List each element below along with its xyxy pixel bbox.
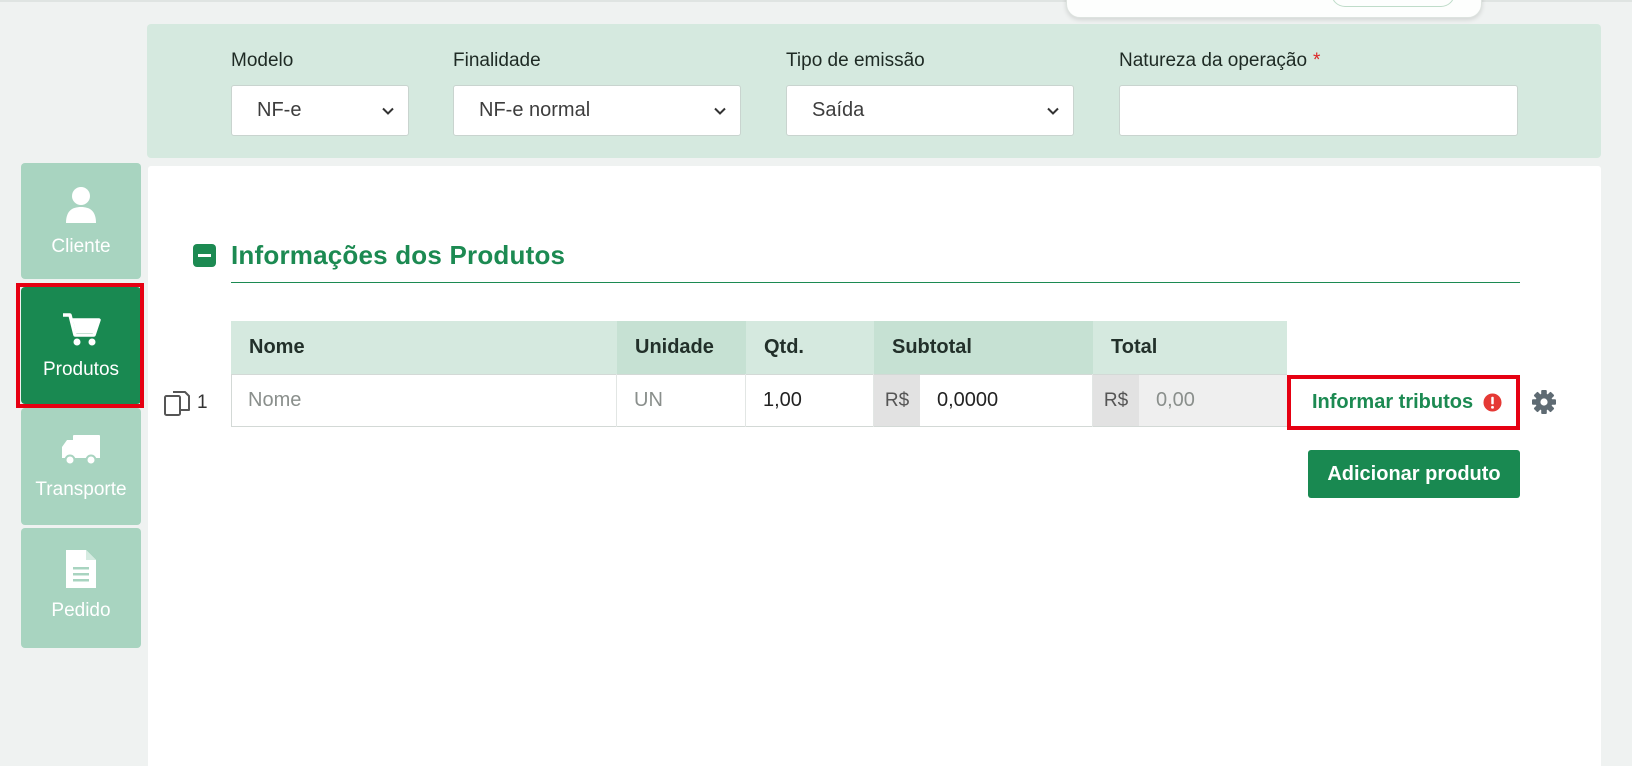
natureza-label: Natureza da operação *: [1119, 48, 1320, 74]
subtotal-input[interactable]: 0,0000: [920, 374, 1093, 427]
sidebar-item-transporte[interactable]: Transporte: [21, 408, 141, 525]
modelo-value: NF-e: [257, 99, 302, 121]
modelo-label: Modelo: [231, 50, 294, 71]
total-field: 0,00: [1139, 375, 1287, 426]
sidebar-item-label: Produtos: [42, 359, 120, 380]
column-header-subtotal: Subtotal: [874, 321, 1093, 374]
subtotal-currency-addon: R$: [874, 375, 920, 426]
natureza-field: Natureza da operação *: [1119, 48, 1320, 74]
gear-icon[interactable]: [1531, 389, 1557, 415]
finalidade-label: Finalidade: [453, 50, 541, 71]
sidebar-item-pedido[interactable]: Pedido: [21, 528, 141, 648]
column-header-qtd: Qtd.: [746, 321, 874, 374]
user-icon: [21, 185, 141, 225]
header-form-panel: Modelo NF-e Finalidade NF-e normal Tipo …: [147, 24, 1601, 158]
collapse-section-button[interactable]: [193, 244, 216, 267]
sidebar-item-label: Pedido: [51, 600, 111, 621]
tipo-emissao-label: Tipo de emissão: [786, 50, 925, 71]
required-mark: *: [1313, 50, 1321, 71]
truck-icon: [21, 433, 141, 473]
toast-button[interactable]: [1331, 0, 1455, 7]
copy-icon[interactable]: [163, 390, 191, 418]
modelo-select[interactable]: NF-e: [231, 85, 409, 136]
sidebar-item-cliente[interactable]: Cliente: [21, 163, 141, 279]
chevron-down-icon: [714, 107, 726, 115]
finalidade-value: NF-e normal: [479, 99, 591, 121]
column-header-unidade: Unidade: [617, 321, 746, 374]
natureza-label-text: Natureza da operação: [1119, 50, 1308, 71]
sidebar-item-produtos[interactable]: Produtos: [21, 287, 141, 404]
sidebar-item-label: Cliente: [51, 236, 111, 257]
modelo-field: Modelo: [231, 48, 293, 74]
tipo-emissao-value: Saída: [812, 99, 865, 121]
alert-icon: [1483, 393, 1502, 412]
chevron-down-icon: [1047, 107, 1059, 115]
tipo-emissao-field: Tipo de emissão: [786, 48, 925, 74]
qtd-input[interactable]: 1,00: [746, 374, 874, 427]
section-divider: [231, 282, 1520, 283]
notification-toast: [1066, 0, 1482, 18]
total-currency-addon: R$: [1093, 375, 1139, 426]
chevron-down-icon: [382, 107, 394, 115]
nome-input[interactable]: Nome: [231, 374, 617, 427]
column-header-nome: Nome: [231, 321, 617, 374]
finalidade-field: Finalidade: [453, 48, 541, 74]
cart-icon: [21, 311, 141, 351]
column-header-total: Total: [1093, 321, 1287, 374]
sidebar-item-label: Transporte: [35, 479, 127, 500]
section-title: Informações dos Produtos: [231, 240, 566, 270]
natureza-input[interactable]: [1119, 85, 1518, 136]
tipo-emissao-select[interactable]: Saída: [786, 85, 1074, 136]
document-icon: [21, 548, 141, 588]
informar-tributos-label: Informar tributos: [1312, 391, 1474, 413]
informar-tributos-link[interactable]: Informar tributos: [1287, 375, 1520, 430]
add-product-button[interactable]: Adicionar produto: [1308, 450, 1520, 498]
finalidade-select[interactable]: NF-e normal: [453, 85, 741, 136]
row-number: 1: [197, 392, 208, 413]
unidade-input[interactable]: UN: [617, 374, 746, 427]
